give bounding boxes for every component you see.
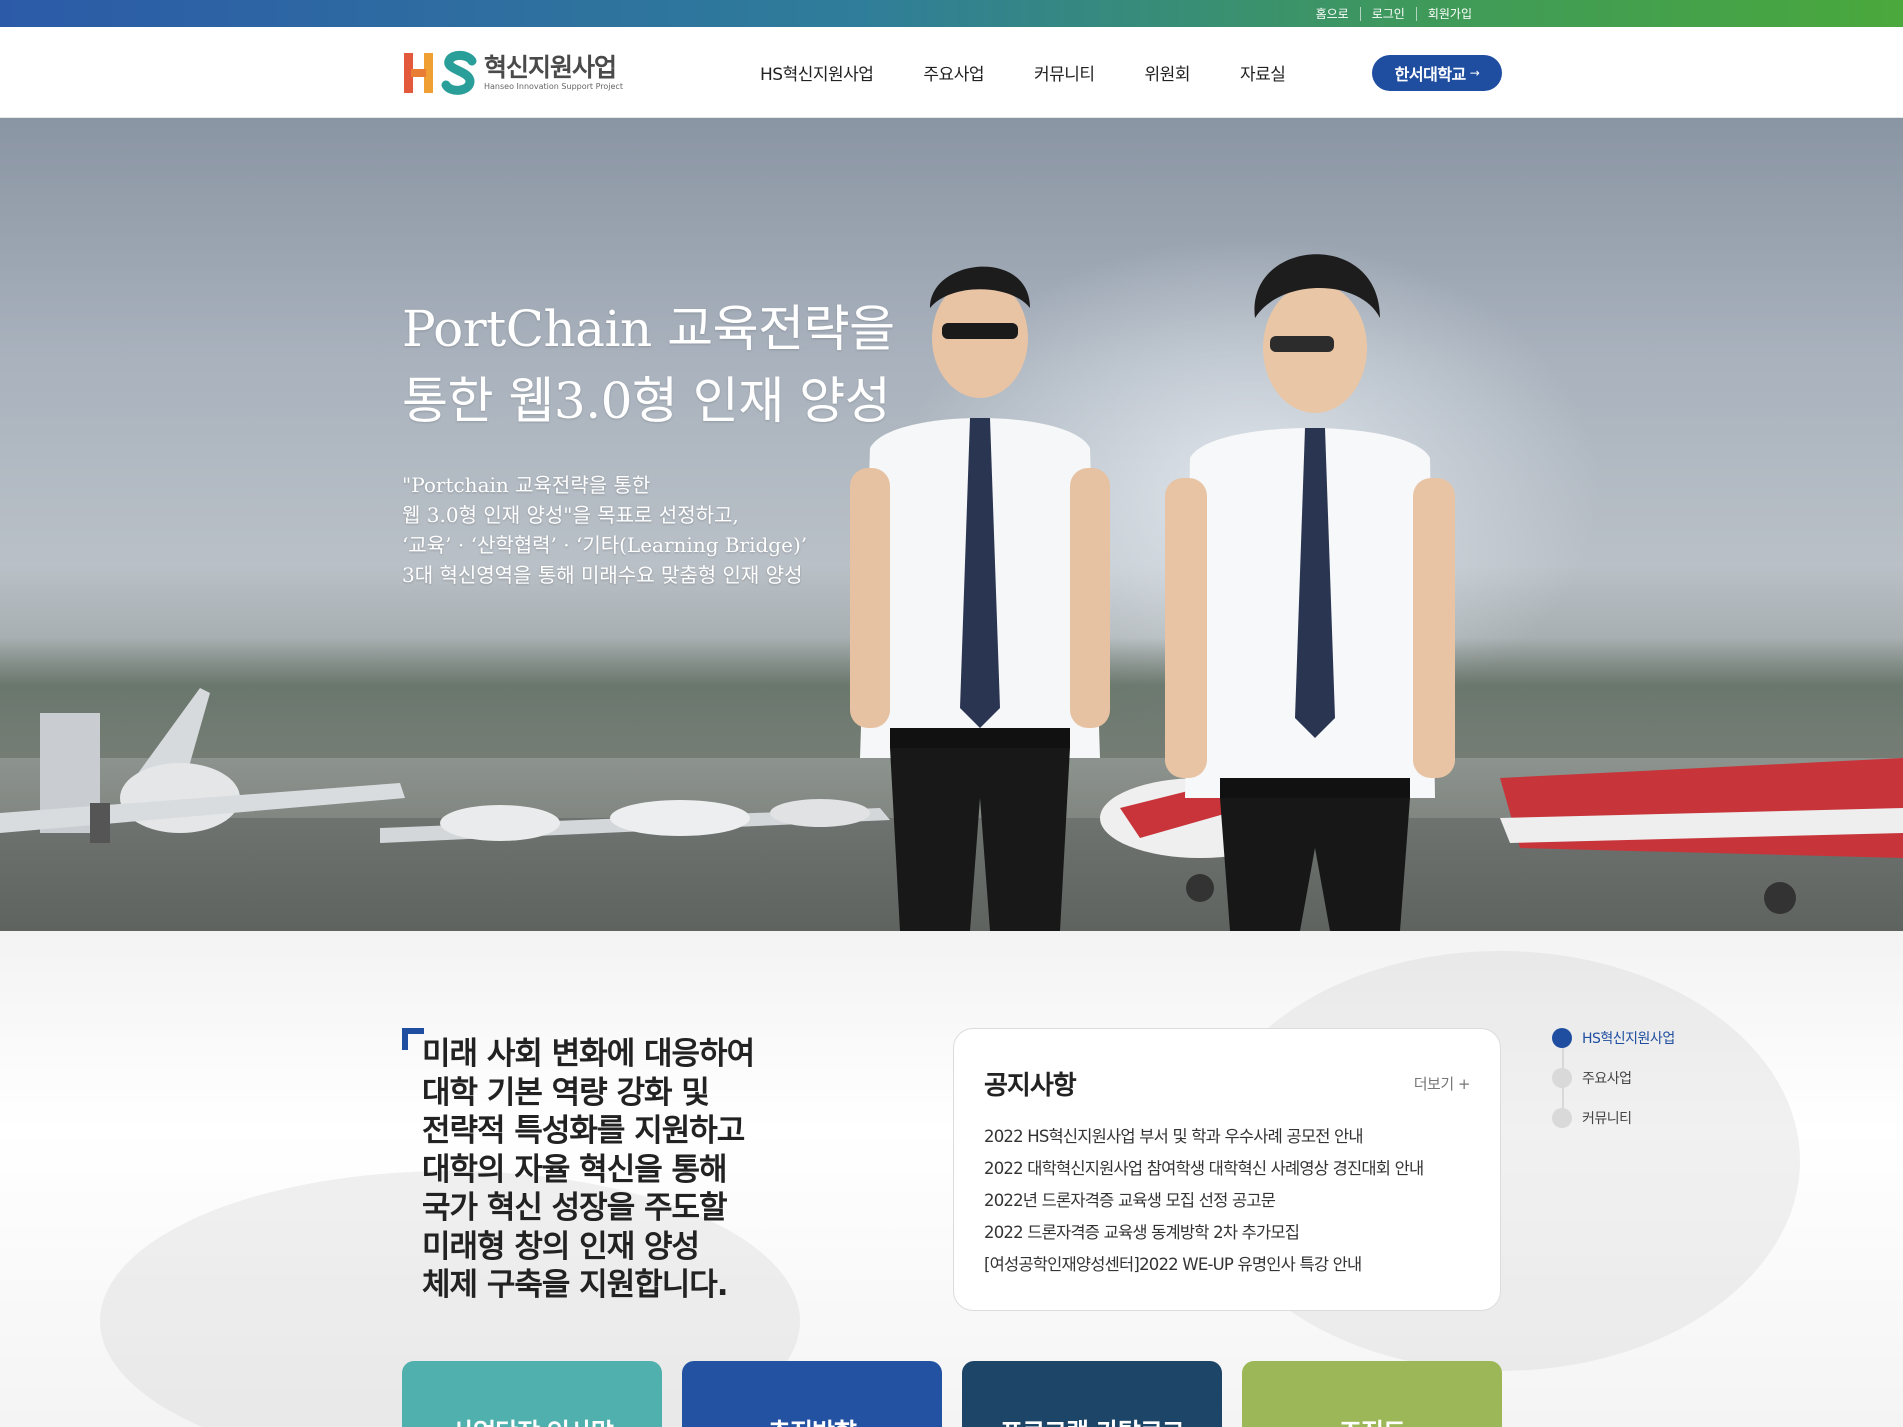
logo-title: 혁신지원사업: [484, 53, 617, 82]
dot-icon: [1552, 1068, 1572, 1088]
home-link[interactable]: 홈으로: [1305, 7, 1360, 21]
arrow-right-icon: →: [1469, 66, 1480, 80]
pilot-right-image: [1165, 254, 1455, 931]
side-nav-label: HS혁신지원사업: [1582, 1031, 1675, 1047]
notice-item[interactable]: 2022 대학혁신지원사업 참여학생 대학혁신 사례영상 경진대회 안내: [984, 1153, 1424, 1185]
utility-nav: 홈으로 로그인 회원가입: [1305, 0, 1483, 27]
card-org-chart[interactable]: 조직도: [1242, 1361, 1502, 1427]
nav-item-main-projects[interactable]: 주요사업: [923, 60, 984, 85]
hero-title: PortChain 교육전략을 통한 웹3.0형 인재 양성: [402, 300, 895, 430]
signup-link[interactable]: 회원가입: [1415, 6, 1483, 21]
utility-bar: 홈으로 로그인 회원가입: [0, 0, 1903, 27]
notice-item[interactable]: 2022년 드론자격증 교육생 모집 선정 공고문: [984, 1185, 1423, 1217]
site-header: 혁신지원사업 Hanseo Innovation Support Project…: [0, 27, 1903, 118]
side-nav-item-community[interactable]: 커뮤니티: [1552, 1108, 1632, 1128]
notice-board: 공지사항 더보기 + 2022 HS혁신지원사업 부서 및 학과 우수사례 공모…: [953, 1028, 1501, 1311]
card-label: 조직도: [1339, 1413, 1406, 1427]
notice-more-link[interactable]: 더보기 +: [1414, 1073, 1471, 1094]
notice-list: 2022 HS혁신지원사업 부서 및 학과 우수사례 공모전 안내 2022 대…: [984, 1121, 1424, 1281]
card-program-catalog[interactable]: 프로그램 카탈로그: [962, 1361, 1222, 1427]
nav-item-committee[interactable]: 위원회: [1145, 60, 1191, 85]
card-direction[interactable]: 추진방향: [682, 1361, 942, 1427]
main-nav: HS혁신지원사업 주요사업 커뮤니티 위원회 자료실: [760, 27, 1335, 118]
hs-logo-icon: [404, 50, 477, 95]
dot-icon: [1552, 1108, 1572, 1128]
small-planes-image: [380, 799, 890, 843]
university-button-label: 한서대학교: [1394, 65, 1467, 84]
side-nav-item-hs-innovation[interactable]: HS혁신지원사업: [1552, 1028, 1675, 1048]
hanseo-university-button[interactable]: 한서대학교 →: [1372, 55, 1502, 91]
card-label: 사업단장 인사말: [451, 1413, 614, 1427]
logo-subtitle: Hanseo Innovation Support Project: [484, 82, 623, 91]
logo-text: 혁신지원사업 Hanseo Innovation Support Project: [484, 54, 623, 92]
card-greeting[interactable]: 사업단장 인사말: [402, 1361, 662, 1427]
hero-banner: PortChain 교육전략을 통한 웹3.0형 인재 양성 "Portchai…: [0, 118, 1903, 931]
intro-section: [0, 931, 1903, 1427]
quick-links: 사업단장 인사말 추진방향 프로그램 카탈로그 조직도: [402, 1361, 1502, 1427]
mission-text: 미래 사회 변화에 대응하여 대학 기본 역량 강화 및 전략적 특성화를 지원…: [422, 1036, 755, 1303]
active-dot-icon: [1552, 1028, 1572, 1048]
card-label: 프로그램 카탈로그: [1000, 1413, 1185, 1427]
notice-title: 공지사항: [984, 1071, 1077, 1101]
hero-description: "Portchain 교육전략을 통한 웹 3.0형 인재 양성"을 목표로 선…: [402, 473, 808, 587]
side-nav-item-main-projects[interactable]: 주요사업: [1552, 1068, 1632, 1088]
nav-item-community[interactable]: 커뮤니티: [1034, 60, 1095, 85]
side-nav-label: 커뮤니티: [1582, 1111, 1632, 1127]
login-link[interactable]: 로그인: [1359, 6, 1416, 21]
notice-item[interactable]: 2022 드론자격증 교육생 동계방학 2차 추가모집: [984, 1217, 1423, 1249]
nav-item-hs-innovation[interactable]: HS혁신지원사업: [760, 60, 874, 85]
airplane-left-image: [0, 688, 405, 843]
side-nav-label: 주요사업: [1582, 1071, 1632, 1087]
nav-item-resources[interactable]: 자료실: [1240, 60, 1286, 85]
notice-item[interactable]: [여성공학인재양성센터]2022 WE-UP 유명인사 특강 안내: [984, 1249, 1423, 1281]
site-logo[interactable]: 혁신지원사업 Hanseo Innovation Support Project: [402, 49, 623, 97]
bracket-icon: [402, 1028, 424, 1050]
notice-item[interactable]: 2022 HS혁신지원사업 부서 및 학과 우수사례 공모전 안내: [984, 1121, 1423, 1153]
card-label: 추진방향: [768, 1413, 857, 1427]
